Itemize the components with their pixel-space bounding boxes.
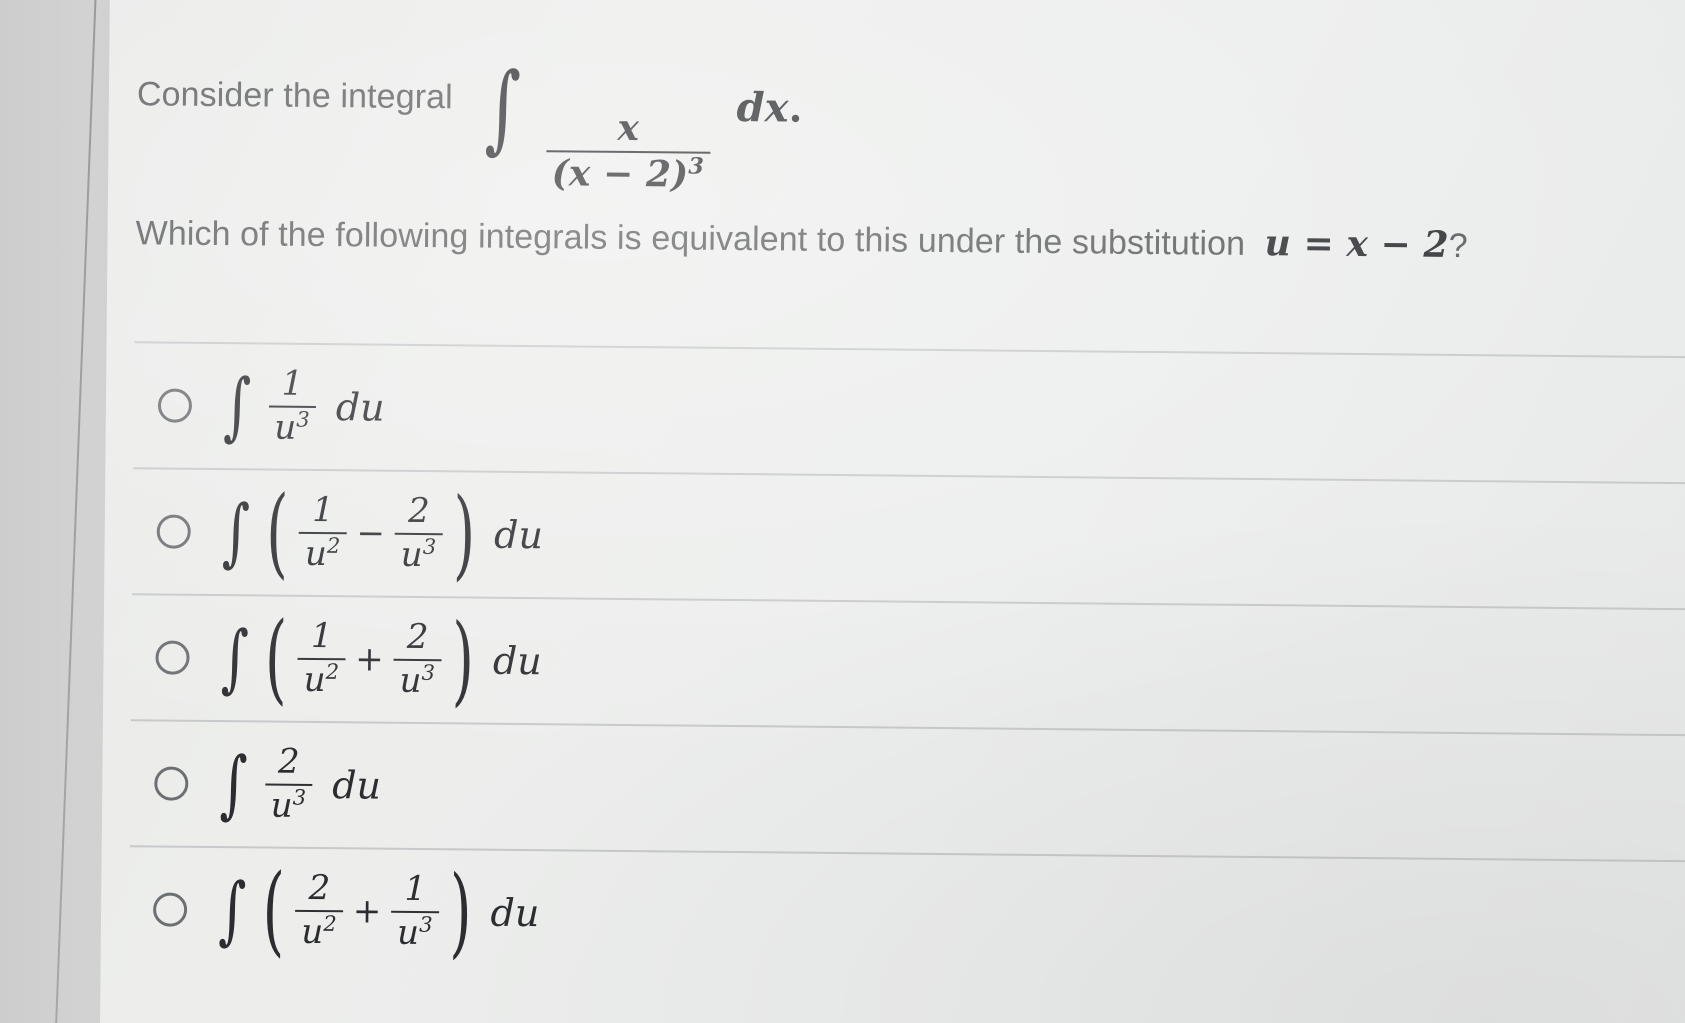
stem-differential: dx <box>736 84 789 132</box>
option-e-denominator-1-base: u <box>301 911 324 953</box>
radio-button-c[interactable] <box>155 640 190 675</box>
stem-period: . <box>788 84 803 132</box>
option-a-denominator-base: u <box>274 407 297 448</box>
integral-sign: ∫ <box>221 489 251 576</box>
answer-option-b-expression: ∫ ( 1 u2 − 2 u3 ) du <box>216 476 544 592</box>
right-paren-icon: ) <box>449 855 473 970</box>
option-a-denominator: u3 <box>268 406 316 448</box>
option-d-denominator: u3 <box>265 784 313 826</box>
left-paren-icon: ( <box>262 853 286 968</box>
radio-button-e[interactable] <box>152 892 188 927</box>
question-content: Consider the integral ∫ x (x − 2)3 dx. W… <box>128 44 1685 987</box>
answer-option-e[interactable]: ∫ ( 2 u2 + 1 u3 ) du <box>128 845 1685 987</box>
substitution-expression: u = x − 2 <box>1264 222 1449 266</box>
left-paren-icon: ( <box>265 475 289 590</box>
option-a-differential: du <box>335 385 385 430</box>
option-b-denominator-1: u2 <box>299 533 347 575</box>
integral-sign: ∫ <box>220 615 250 702</box>
integral-sign: ∫ <box>484 51 522 164</box>
option-b-numerator-1: 1 <box>312 490 335 531</box>
quiz-page: Consider the integral ∫ x (x − 2)3 dx. W… <box>99 0 1685 1023</box>
option-e-denominator-2: u3 <box>391 912 439 954</box>
question-stem: Consider the integral ∫ x (x − 2)3 dx. <box>136 44 1685 196</box>
left-paren-icon: ( <box>264 601 288 716</box>
option-e-denominator-2-exponent: 3 <box>419 911 433 937</box>
right-paren-icon: ) <box>451 603 475 718</box>
option-b-numerator-2: 2 <box>407 491 430 532</box>
stem-numerator: x <box>617 106 640 150</box>
option-d-denominator-exponent: 3 <box>292 784 307 810</box>
option-d-differential: du <box>331 763 382 808</box>
option-e-denominator-2-base: u <box>396 912 420 954</box>
option-c-fraction-2: 2 u3 <box>393 617 442 702</box>
option-e-denominator-1: u2 <box>295 911 343 953</box>
option-e-numerator-1: 2 <box>308 868 331 909</box>
stem-denominator: (x − 2)3 <box>546 152 711 196</box>
answer-option-c-expression: ∫ ( 1 u2 + 2 u3 ) du <box>215 602 542 718</box>
option-d-fraction: 2 u3 <box>264 741 313 826</box>
option-d-denominator-base: u <box>270 785 293 826</box>
stem-denominator-base: (x − 2) <box>551 152 689 196</box>
option-b-denominator-1-exponent: 2 <box>326 532 341 558</box>
screen-photo: Consider the integral ∫ x (x − 2)3 dx. W… <box>0 0 1685 1023</box>
answer-options-list: ∫ 1 u3 du ∫ (1 u2 − 2 u3) du ∫ (1 u2 … <box>128 341 1685 987</box>
option-a-denominator-exponent: 3 <box>296 406 310 432</box>
option-c-operator: + <box>355 639 384 680</box>
option-b-denominator-2-exponent: 3 <box>422 533 437 559</box>
answer-option-a[interactable]: ∫ 1 u3 du <box>133 341 1685 483</box>
stem-integral-expression: ∫ x (x − 2)3 dx. <box>478 52 803 196</box>
option-b-differential: du <box>493 512 544 558</box>
option-b-denominator-1-base: u <box>304 533 328 575</box>
option-e-numerator-2: 1 <box>404 869 427 910</box>
option-b-fraction-1: 1 u2 <box>299 490 347 575</box>
option-b-denominator-2: u3 <box>395 534 443 576</box>
option-b-operator: − <box>356 513 386 554</box>
option-e-differential: du <box>490 890 540 936</box>
option-e-fraction-2: 1 u3 <box>391 869 439 954</box>
option-c-denominator-1-base: u <box>303 659 326 701</box>
option-c-fraction-1: 1 u2 <box>297 616 346 701</box>
option-e-operator: + <box>352 891 382 932</box>
answer-option-e-expression: ∫ ( 2 u2 + 1 u3 ) du <box>213 854 540 970</box>
question-prompt-text: Which of the following integrals is equi… <box>135 214 1246 263</box>
answer-option-b[interactable]: ∫ ( 1 u2 − 2 u3 ) du <box>132 467 1685 609</box>
radio-button-d[interactable] <box>154 766 189 801</box>
answer-option-a-expression: ∫ 1 u3 du <box>218 363 386 451</box>
option-c-denominator-1: u2 <box>298 659 346 701</box>
option-a-numerator: 1 <box>281 363 304 405</box>
integral-sign: ∫ <box>219 741 248 828</box>
stem-denominator-exponent: 3 <box>688 153 705 180</box>
question-stem-text: Consider the integral <box>136 75 453 117</box>
integral-sign: ∫ <box>222 363 252 450</box>
option-c-denominator-2: u3 <box>393 660 441 702</box>
option-b-denominator-2-base: u <box>400 534 423 576</box>
radio-button-a[interactable] <box>157 388 193 423</box>
answer-option-c[interactable]: ∫ ( 1 u2 + 2 u3 ) du <box>130 593 1685 735</box>
option-e-fraction-1: 2 u2 <box>295 868 343 953</box>
question-prompt-suffix: ? <box>1448 226 1468 266</box>
option-e-denominator-1-exponent: 2 <box>323 910 337 936</box>
option-c-numerator-1: 1 <box>310 616 333 657</box>
option-c-denominator-1-exponent: 2 <box>325 658 340 684</box>
answer-option-d[interactable]: ∫ 2 u3 du <box>129 719 1685 861</box>
option-c-denominator-2-exponent: 3 <box>421 659 436 685</box>
question-prompt: Which of the following integrals is equi… <box>135 210 1685 270</box>
right-paren-icon: ) <box>452 477 476 592</box>
option-a-fraction: 1 u3 <box>268 363 316 448</box>
stem-fraction: x (x − 2)3 <box>545 106 711 196</box>
radio-button-b[interactable] <box>156 514 191 549</box>
integral-sign: ∫ <box>218 867 247 954</box>
option-c-denominator-2-base: u <box>399 660 422 702</box>
option-d-numerator: 2 <box>277 741 300 783</box>
option-c-differential: du <box>492 638 542 684</box>
option-c-numerator-2: 2 <box>406 617 429 658</box>
answer-option-d-expression: ∫ 2 u3 du <box>214 741 382 829</box>
option-b-fraction-2: 2 u3 <box>394 491 443 576</box>
